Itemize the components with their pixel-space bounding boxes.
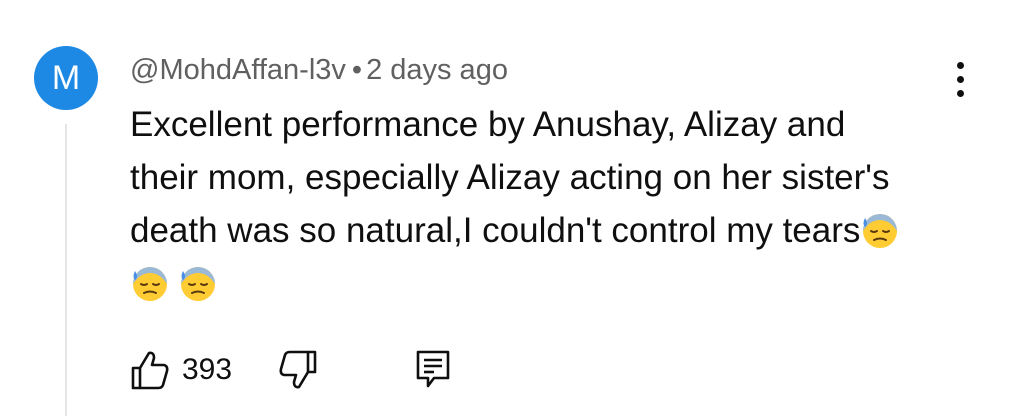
thumbs-up-icon [131,351,169,390]
comment-text: Excellent performance by Anushay, Alizay… [130,98,940,310]
dislike-button[interactable] [278,348,318,392]
comment: M @MohdAffan-l3v • 2 days ago Excellent pe… [0,0,1024,416]
more-options-button[interactable] [948,60,972,100]
separator-dot: • [351,54,363,86]
downcast-sweat-emoji-icon [863,214,898,248]
thread-line [65,124,67,416]
thumbs-down-icon [279,350,317,389]
comment-line: death was so natural,I couldn't control … [130,211,861,250]
comment-line-with-emoji: death was so natural,I couldn't control … [130,204,940,257]
comment-header: @MohdAffan-l3v • 2 days ago [130,52,508,88]
reply-button[interactable] [414,348,454,392]
comment-line: their mom, especially Alizay acting on h… [130,158,890,197]
emoji-line [130,257,940,310]
author-name[interactable]: @MohdAffan-l3v [130,54,346,86]
reply-comment-icon [416,350,450,388]
avatar-letter: M [51,59,81,97]
timestamp[interactable]: 2 days ago [366,54,508,86]
like-count: 393 [182,353,233,386]
comment-line: Excellent performance by Anushay, Alizay… [130,105,846,144]
downcast-sweat-emoji-icon [181,267,215,301]
like-button[interactable] [130,348,170,392]
downcast-sweat-emoji-icon [133,267,167,301]
avatar[interactable]: M [34,46,98,110]
